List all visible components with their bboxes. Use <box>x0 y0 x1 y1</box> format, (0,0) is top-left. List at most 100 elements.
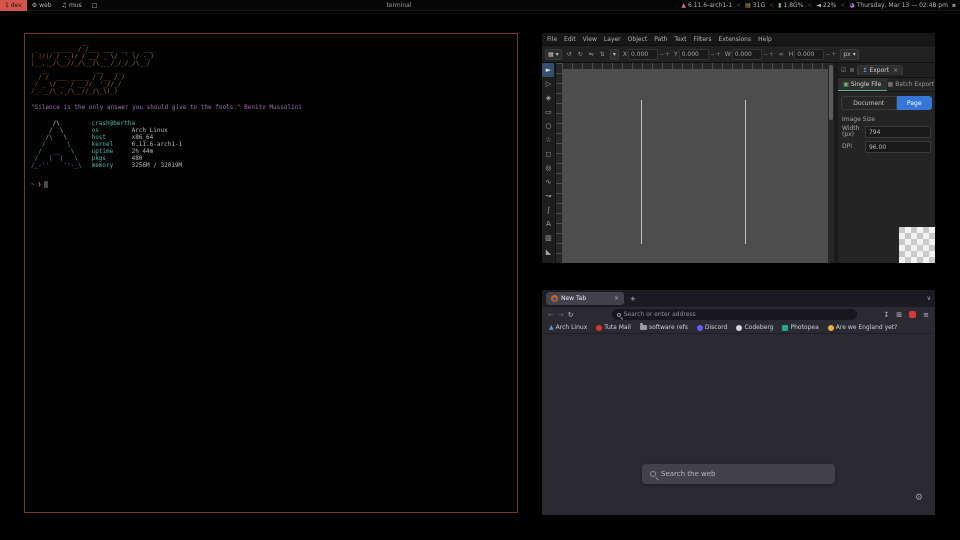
pencil-tool-icon[interactable]: ∿ <box>542 175 554 189</box>
welcome-ascii-art: __ _ _____ / /___ ___ __ _ ___ | |/|/ / … <box>31 39 511 95</box>
export-panel-tab[interactable]: ↥ Export × <box>857 65 903 75</box>
web-search-box[interactable]: Search the web <box>642 464 835 484</box>
bookmark-are-we-england-yet[interactable]: Are we England yet? <box>828 324 898 331</box>
extensions-icon[interactable]: ⊞ <box>896 311 902 319</box>
active-tab[interactable]: New Tab × <box>546 292 624 305</box>
export-panel: ☑ ≣ ↥ Export × ▣ Single File ▦ Ba <box>838 63 935 263</box>
bookmark-codeberg[interactable]: Codeberg <box>736 324 773 331</box>
terminal-window[interactable]: __ _ _____ / /___ ___ __ _ ___ | |/|/ / … <box>24 33 518 513</box>
menu-file[interactable]: File <box>547 36 557 43</box>
checkbox-panel-icon[interactable]: ☑ <box>841 67 846 74</box>
plus-stepper[interactable]: + <box>665 51 670 58</box>
menu-path[interactable]: Path <box>654 36 667 43</box>
workspace-web[interactable]: ⚙ web <box>27 0 57 11</box>
inkscape-canvas[interactable] <box>562 69 828 263</box>
menu-edit[interactable]: Edit <box>564 36 576 43</box>
prompt-symbol: ❯ <box>38 181 42 188</box>
back-button[interactable]: ← <box>548 311 554 319</box>
tab-batch-export[interactable]: ▦ Batch Export <box>887 78 936 91</box>
width-input[interactable]: 794 <box>865 126 931 138</box>
text-tool-icon[interactable]: A <box>542 217 554 231</box>
menu-text[interactable]: Text <box>674 36 686 43</box>
selector-tool-icon[interactable]: ► <box>542 63 554 77</box>
node-tool-icon[interactable]: ▷ <box>542 77 554 91</box>
pen-tool-icon[interactable]: ↝ <box>542 189 554 203</box>
rotate-ccw-button[interactable]: ↺ <box>566 51 573 58</box>
close-icon[interactable]: × <box>893 67 898 74</box>
box3d-tool-icon[interactable]: ◻ <box>542 147 554 161</box>
menu-object[interactable]: Object <box>628 36 648 43</box>
h-input[interactable]: 0.000 <box>794 49 824 60</box>
urlbar-placeholder: Search or enter address <box>624 311 696 318</box>
document-button[interactable]: Document <box>841 96 897 110</box>
minus-stepper[interactable]: − <box>763 51 768 58</box>
unit-dropdown[interactable]: px ▾ <box>840 49 858 60</box>
bookmark-tuta-mail[interactable]: Tuta Mail <box>596 324 631 331</box>
canvas-vscrollbar[interactable] <box>828 63 834 263</box>
unit-label: px <box>843 51 850 58</box>
star-tool-icon[interactable]: ☆ <box>542 133 554 147</box>
x-input[interactable]: 0.000 <box>628 49 658 60</box>
gradient-tool-icon[interactable]: ▥ <box>542 231 554 245</box>
align-dropdown[interactable]: ▾ <box>610 49 619 60</box>
tray-icon[interactable]: ▪ <box>952 2 956 9</box>
menu-view[interactable]: View <box>583 36 597 43</box>
bookmark-arch-linux[interactable]: ▲ Arch Linux <box>549 324 587 331</box>
spiral-tool-icon[interactable]: ◎ <box>542 161 554 175</box>
tab-list-chevron-icon[interactable]: ∨ <box>927 295 931 302</box>
grid-icon: ▦ <box>548 51 554 58</box>
shell-prompt[interactable]: ~ ❯ <box>31 181 511 188</box>
menu-filters[interactable]: Filters <box>694 36 712 43</box>
forward-button[interactable]: → <box>558 311 564 319</box>
extension-ublock-icon[interactable] <box>909 311 916 318</box>
reload-button[interactable]: ↻ <box>568 311 574 319</box>
rectangle-tool-icon[interactable]: ▭ <box>542 105 554 119</box>
fetch-label: pkgs <box>92 155 132 162</box>
selection-mode-dropdown[interactable]: ▦ ▾ <box>545 49 562 60</box>
minus-stepper[interactable]: − <box>659 51 664 58</box>
fetch-label: host <box>92 134 132 141</box>
page-right-edge <box>745 100 746 244</box>
menu-layer[interactable]: Layer <box>604 36 621 43</box>
calligraphy-tool-icon[interactable]: ∫ <box>542 203 554 217</box>
rotate-cw-button[interactable]: ↻ <box>577 51 584 58</box>
bookmark-photopea[interactable]: Photopea <box>782 324 818 331</box>
plus-stepper[interactable]: + <box>716 51 721 58</box>
memory-module: ▮ 1.8G% <box>778 2 803 9</box>
dpi-input[interactable]: 96.00 <box>865 141 931 153</box>
tab-close-icon[interactable]: × <box>614 295 619 302</box>
fetch-row: pkgs480 <box>92 155 183 162</box>
fetch-row: osArch Linux <box>92 127 183 134</box>
downloads-icon[interactable]: ↧ <box>883 311 889 319</box>
plus-stepper[interactable]: + <box>769 51 774 58</box>
y-input[interactable]: 0.000 <box>679 49 709 60</box>
dpi-row: DPI 96.00 <box>842 141 931 153</box>
layers-panel-icon[interactable]: ≣ <box>849 67 854 74</box>
bookmark-discord[interactable]: Discord <box>697 324 728 331</box>
workspace-empty[interactable]: □ <box>87 0 103 11</box>
inkscape-command-bar: ▦ ▾ ↺ ↻ ⇋ ⇅ ▾ X 0.000 − + Y 0.000 − + <box>542 46 935 63</box>
minus-stepper[interactable]: − <box>825 51 830 58</box>
plus-stepper[interactable]: + <box>831 51 836 58</box>
flip-vertical-button[interactable]: ⇅ <box>599 51 606 58</box>
scrollbar-thumb[interactable] <box>829 65 833 120</box>
url-bar[interactable]: Search or enter address <box>612 309 857 320</box>
fetch-label: memory <box>92 162 132 169</box>
dropper-tool-icon[interactable]: ◣ <box>542 245 554 259</box>
shape-builder-tool-icon[interactable]: ◈ <box>542 91 554 105</box>
personalize-gear-icon[interactable]: ⚙ <box>915 493 923 503</box>
menu-icon[interactable]: ≡ <box>923 311 929 319</box>
w-input[interactable]: 0.000 <box>732 49 762 60</box>
workspace-mus[interactable]: ♫ mus <box>57 0 87 11</box>
menu-help[interactable]: Help <box>758 36 772 43</box>
page-button[interactable]: Page <box>897 96 932 110</box>
workspace-dev[interactable]: 1 dev <box>0 0 27 11</box>
ellipse-tool-icon[interactable]: ○ <box>542 119 554 133</box>
flip-horizontal-button[interactable]: ⇋ <box>588 51 595 58</box>
minus-stepper[interactable]: − <box>710 51 715 58</box>
bookmark-software-refs[interactable]: software refs <box>640 324 688 331</box>
tab-single-file[interactable]: ▣ Single File <box>838 78 887 91</box>
new-tab-button[interactable]: + <box>630 295 636 303</box>
lock-ratio-icon[interactable]: ∞ <box>778 51 785 58</box>
menu-extensions[interactable]: Extensions <box>719 36 752 43</box>
